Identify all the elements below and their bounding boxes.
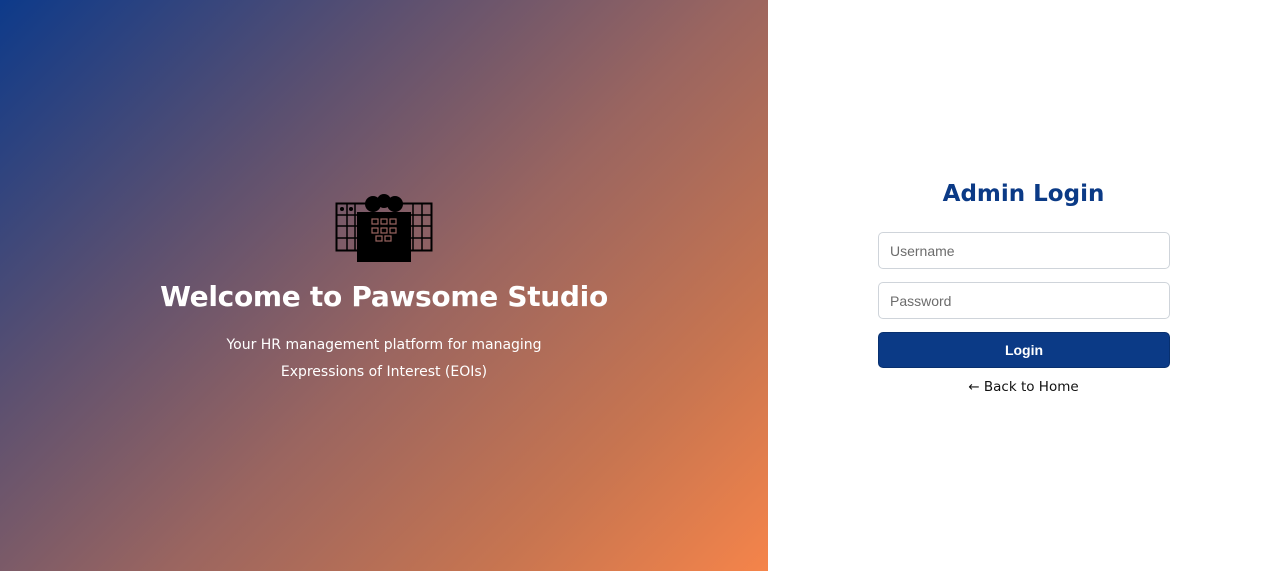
paw-keyboard-icon — [335, 194, 433, 262]
password-input[interactable] — [878, 282, 1170, 319]
login-title: Admin Login — [942, 181, 1105, 207]
hero-title: Welcome to Pawsome Studio — [160, 280, 608, 313]
hero-panel: Welcome to Pawsome Studio Your HR manage… — [0, 0, 768, 571]
hero-subtitle: Your HR management platform for managing… — [0, 332, 768, 386]
hero-subtitle-line-1: Your HR management platform for managing — [226, 337, 542, 353]
back-to-home-link[interactable]: ← Back to Home — [768, 379, 1279, 395]
username-input[interactable] — [878, 232, 1170, 269]
page: Welcome to Pawsome Studio Your HR manage… — [0, 0, 1279, 571]
login-button[interactable]: Login — [878, 332, 1170, 368]
hero-subtitle-line-2: Expressions of Interest (EOIs) — [280, 364, 488, 380]
login-panel: Admin Login Login ← Back to Home — [768, 0, 1279, 571]
